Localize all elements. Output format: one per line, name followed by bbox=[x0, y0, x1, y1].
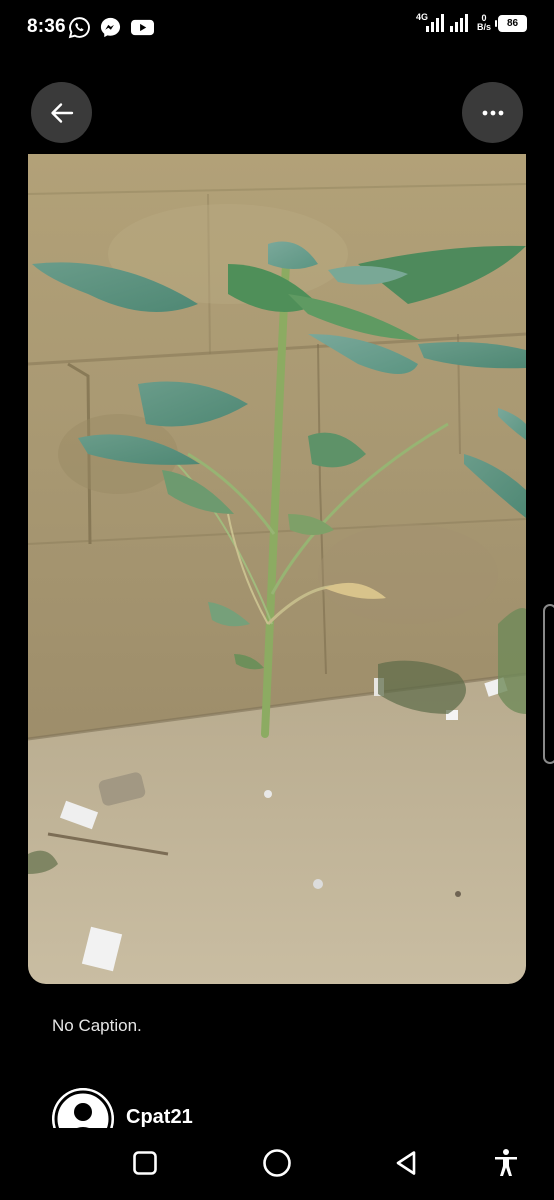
author-row[interactable]: Cpat21 bbox=[52, 1088, 452, 1128]
status-indicators: 4G 0 B/s 86 bbox=[410, 12, 527, 32]
plant-photo-illustration bbox=[28, 154, 526, 984]
user-avatar-icon bbox=[52, 1088, 114, 1128]
youtube-icon bbox=[130, 16, 154, 39]
more-horizontal-icon bbox=[482, 110, 503, 115]
back-button[interactable] bbox=[31, 82, 92, 143]
status-time: 8:36 bbox=[27, 16, 66, 37]
data-speed-unit: B/s bbox=[476, 22, 491, 32]
system-navigation-bar bbox=[0, 1128, 554, 1200]
recents-icon bbox=[133, 1151, 157, 1175]
recents-button[interactable] bbox=[127, 1145, 163, 1181]
signal-icon-2 bbox=[449, 14, 468, 32]
avatar[interactable] bbox=[52, 1088, 114, 1128]
messenger-icon bbox=[99, 16, 122, 39]
accessibility-icon bbox=[495, 1149, 517, 1176]
post-photo[interactable] bbox=[28, 154, 526, 984]
accessibility-button[interactable] bbox=[488, 1145, 524, 1181]
more-options-button[interactable] bbox=[462, 82, 523, 143]
post-caption: No Caption. bbox=[52, 1016, 142, 1035]
home-icon bbox=[263, 1149, 291, 1177]
arrow-left-icon bbox=[50, 102, 73, 123]
signal-icon bbox=[425, 14, 444, 32]
data-speed: 0 B/s bbox=[477, 14, 491, 32]
author-name[interactable]: Cpat21 bbox=[126, 1106, 193, 1128]
back-triangle-icon bbox=[396, 1151, 416, 1175]
system-back-button[interactable] bbox=[389, 1145, 425, 1181]
home-button[interactable] bbox=[259, 1145, 295, 1181]
battery-indicator: 86 bbox=[495, 14, 527, 32]
network-type-label: 4G bbox=[415, 12, 428, 22]
whatsapp-icon bbox=[68, 16, 91, 39]
status-bar: 8:36 4G 0 B/s 86 bbox=[0, 0, 554, 56]
obscured-text-peek bbox=[52, 1194, 192, 1200]
side-scroll-handle[interactable] bbox=[543, 604, 554, 764]
notification-icons bbox=[68, 16, 154, 39]
